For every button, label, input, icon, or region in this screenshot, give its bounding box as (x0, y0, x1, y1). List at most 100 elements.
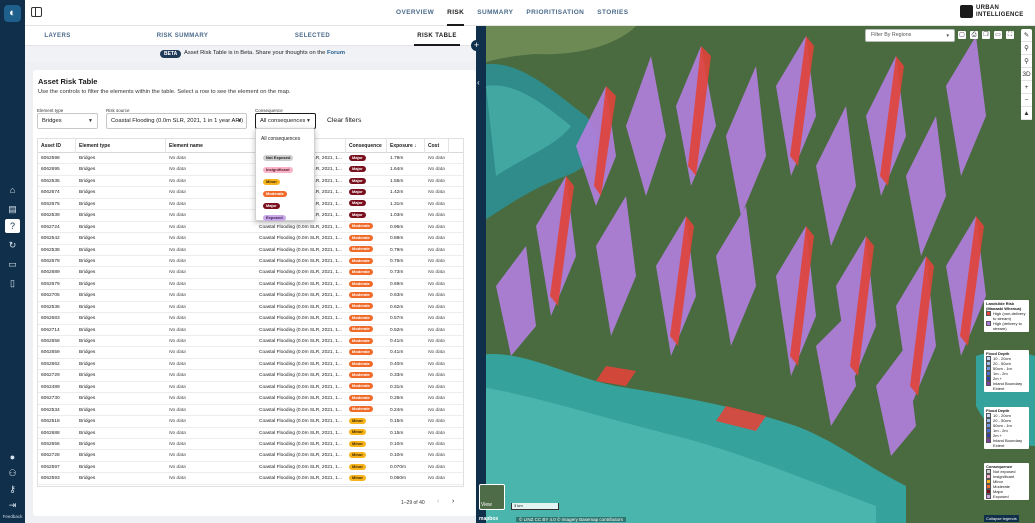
next-page-icon[interactable]: › (452, 498, 454, 505)
nav-stories[interactable]: STORIES (597, 0, 628, 26)
table-row[interactable]: 6062674BridgesNo dataCoastal Flooding (0… (38, 187, 463, 199)
option-major[interactable]: Major (263, 202, 280, 209)
table-cell: No data (169, 373, 186, 379)
table-row[interactable]: 6062729 Bridges No data Coastal Flooding (0… (38, 370, 463, 382)
col-element-type[interactable]: Element type (76, 139, 166, 153)
prev-page-icon[interactable]: ‹ (437, 498, 439, 505)
table-row[interactable]: 6062534 Bridges No data Coastal Flooding (0… (38, 405, 463, 417)
table-row[interactable]: 6062539BridgesNo dataCoastal Flooding (0… (38, 210, 463, 222)
table-row[interactable]: 6062724 Bridges No data Coastal Flooding (0… (38, 222, 463, 234)
col-exposure[interactable]: Exposure ↓ (387, 139, 425, 153)
print-icon[interactable]: ⎙ (970, 31, 978, 39)
table-cell: 6062542 (41, 236, 60, 242)
element-type-select[interactable]: Bridges ▼ (37, 113, 98, 129)
option-minor[interactable]: Minor (263, 178, 280, 185)
collapse-panel-button[interactable]: ‹ (476, 26, 486, 523)
table-row[interactable]: 6062730 Bridges No data Coastal Flooding (0… (38, 393, 463, 405)
col-consequence[interactable]: Consequence (346, 139, 387, 153)
feedback-link[interactable]: Feedback (0, 514, 25, 519)
map-canvas[interactable] (476, 26, 1035, 523)
risk-source-select[interactable]: Coastal Flooding (0.0m SLR, 2021, 1 in 1… (106, 113, 247, 129)
users-icon[interactable]: ⚇ (5, 466, 20, 480)
risk-icon[interactable]: ? (5, 219, 20, 233)
search-icon[interactable]: ⚲ (1021, 42, 1032, 55)
table-cell: 1.42m (390, 190, 404, 196)
table-row[interactable]: 6062535BridgesNo dataCoastal Flooding (0… (38, 176, 463, 188)
table-cell: 6062724 (41, 224, 60, 230)
fullscreen-icon[interactable]: ⛶ (1006, 31, 1014, 39)
option-all-consequences[interactable]: All consequences (261, 136, 300, 142)
mapbox-logo[interactable]: mapbox (479, 516, 498, 522)
table-row[interactable]: 6062598BridgesNo dataCoastal Flooding (0… (38, 153, 463, 165)
table-row[interactable]: 6062705 Bridges No data Coastal Flooding (0… (38, 290, 463, 302)
screenshot-icon[interactable]: ▢ (958, 31, 966, 39)
nav-prioritisation[interactable]: PRIORITISATION (526, 0, 584, 26)
logout-icon[interactable]: ⇥ (5, 498, 20, 512)
chat-icon[interactable]: ▭ (5, 257, 20, 271)
table-row[interactable]: 6062688 Bridges No data Coastal Flooding (0… (38, 428, 463, 439)
collapse-legends-button[interactable]: Collapse legends (984, 515, 1019, 522)
table-row[interactable]: 6062597 Bridges No data Coastal Flooding (0… (38, 462, 463, 474)
forum-link[interactable]: Forum (327, 50, 345, 56)
filter-regions-select[interactable]: Filter By Regions ▼ (865, 29, 955, 42)
map-icon[interactable]: ▤ (5, 202, 20, 216)
table-row[interactable]: 6062679 Bridges No data Coastal Flooding (0… (38, 279, 463, 291)
home-icon[interactable]: ⌂ (5, 183, 20, 197)
compass-icon[interactable]: ▲ (1021, 107, 1032, 120)
key-icon[interactable]: ⚷ (5, 482, 20, 496)
consequence-select[interactable]: All consequences ▼ (255, 113, 316, 129)
sub-tabs: LAYERS RISK SUMMARY SELECTED RISK TABLE (25, 26, 476, 46)
basemap-view-toggle[interactable]: View (479, 484, 505, 510)
col-asset-id[interactable]: Asset ID (38, 139, 76, 153)
layout-icon[interactable]: ▭ (994, 31, 1002, 39)
tab-risk-table[interactable]: RISK TABLE (414, 26, 460, 46)
tab-layers[interactable]: LAYERS (35, 26, 80, 46)
table-row[interactable]: 6062675BridgesNo dataCoastal Flooding (0… (38, 199, 463, 211)
table-row[interactable]: 6062689 Bridges No data Coastal Flooding (0… (38, 267, 463, 279)
mode-3d-button[interactable]: 3D (1021, 68, 1032, 81)
zoom-in-icon[interactable]: + (1021, 81, 1032, 94)
option-exposed[interactable]: Exposed (263, 214, 286, 221)
consequence-badge: Major (349, 177, 366, 184)
table-row[interactable]: 6062659 Bridges No data Coastal Flooding (0… (38, 347, 463, 359)
nav-risk[interactable]: RISK (447, 0, 465, 26)
measure-icon[interactable]: ✎ (1021, 29, 1032, 42)
table-row[interactable]: 6062662 Bridges No data Coastal Flooding (0… (38, 359, 463, 371)
table-cell: 6062536 (41, 304, 60, 310)
refresh-icon[interactable]: ↻ (5, 238, 20, 252)
table-row[interactable]: 6062728 Bridges No data Coastal Flooding (0… (38, 450, 463, 462)
document-icon[interactable]: ▯ (5, 276, 20, 290)
app-logo-icon[interactable]: ◐ (4, 5, 21, 22)
table-row[interactable]: 6062593 Bridges No data Coastal Flooding (0… (38, 473, 463, 485)
panel-toggle-icon[interactable] (31, 7, 42, 17)
nav-overview[interactable]: OVERVIEW (396, 0, 434, 26)
table-row[interactable]: 6062536 Bridges No data Coastal Flooding (0… (38, 302, 463, 314)
nav-summary[interactable]: SUMMARY (477, 0, 513, 26)
clear-filters-button[interactable]: Clear filters (327, 117, 361, 124)
table-row[interactable]: 6062678 Bridges No data Coastal Flooding (0… (38, 256, 463, 268)
tab-selected[interactable]: SELECTED (280, 26, 345, 46)
table-row[interactable]: 6062538 Bridges No data Coastal Flooding (0… (38, 245, 463, 256)
table-cell: No data (169, 407, 186, 413)
option-moderate[interactable]: Moderate (263, 190, 287, 197)
table-row[interactable]: 6062656 Bridges No data Coastal Flooding (0… (38, 439, 463, 451)
table-row[interactable]: 6062714 Bridges No data Coastal Flooding (0… (38, 325, 463, 336)
option-insignificant[interactable]: Insignificant (263, 166, 293, 173)
table-cell: Coastal Flooding (0.0m SLR, 2021, 1... (259, 281, 342, 287)
table-row[interactable]: 6062658 Bridges No data Coastal Flooding (0… (38, 336, 463, 348)
table-row[interactable]: 6062695BridgesNo dataCoastal Flooding (0… (38, 164, 463, 176)
tab-risk-summary[interactable]: RISK SUMMARY (150, 26, 215, 46)
add-icon[interactable]: + (471, 40, 482, 51)
col-cost[interactable]: Cost (425, 139, 449, 153)
zoom-out-icon[interactable]: − (1021, 94, 1032, 107)
col-element-name[interactable]: Element name (166, 139, 256, 153)
copy-icon[interactable]: ❐ (982, 31, 990, 39)
option-not-exposed[interactable]: Not Exposed (263, 154, 294, 161)
table-row[interactable]: 6062542 Bridges No data Coastal Flooding (0… (38, 233, 463, 245)
search-area-icon[interactable]: ⚲ (1021, 55, 1032, 68)
table-row[interactable]: 6062489 Bridges No data Coastal Flooding (0… (38, 382, 463, 394)
table-cell: No data (169, 247, 186, 253)
table-row[interactable]: 6062683 Bridges No data Coastal Flooding (0… (38, 313, 463, 325)
notification-bell-icon[interactable]: ● (5, 450, 20, 464)
table-row[interactable]: 6062518 Bridges No data Coastal Flooding (0… (38, 416, 463, 428)
